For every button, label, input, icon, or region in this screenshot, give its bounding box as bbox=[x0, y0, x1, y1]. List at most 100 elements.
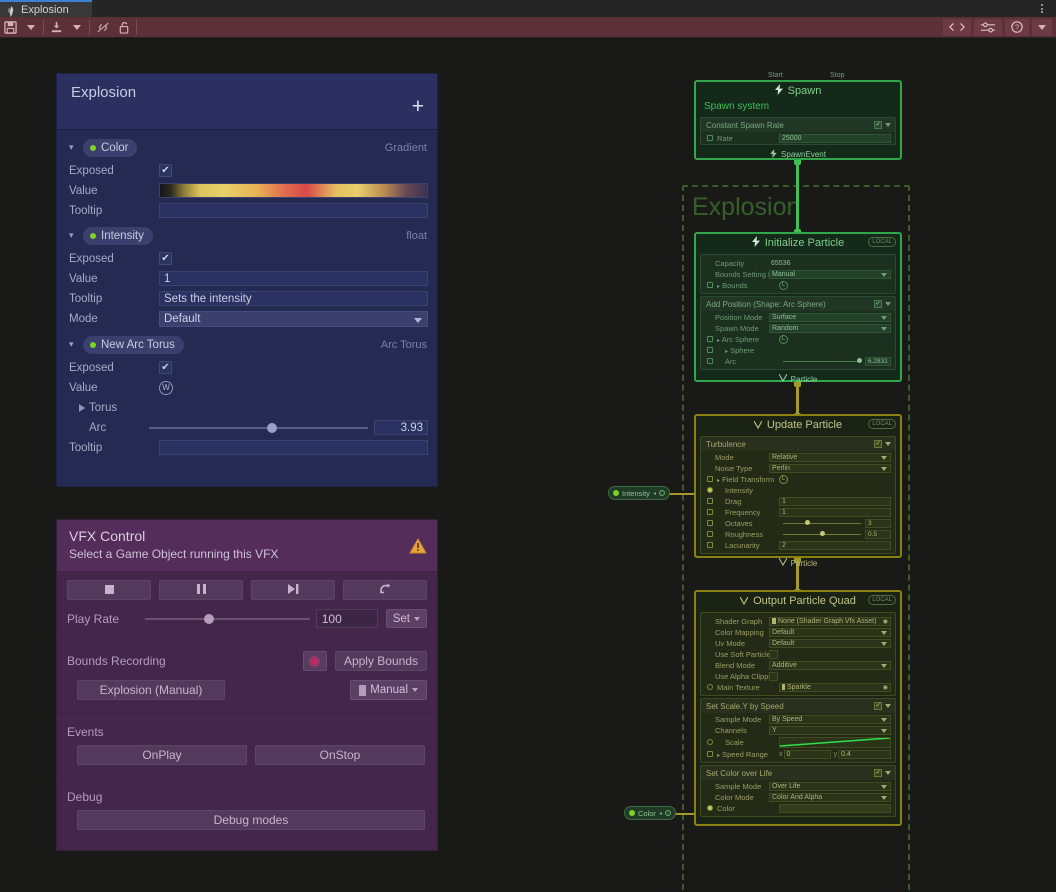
block-enabled-checkbox[interactable]: ✓ bbox=[874, 440, 882, 448]
broken-link-icon[interactable] bbox=[92, 18, 114, 37]
object-picker-icon[interactable]: ◉ bbox=[883, 618, 888, 625]
arc-slider[interactable]: 3.93 bbox=[149, 420, 428, 435]
input-port[interactable] bbox=[707, 751, 713, 757]
input-port[interactable] bbox=[707, 739, 713, 745]
block-initialize-settings[interactable]: Capacity 65536 Bounds Setting Mode Manua… bbox=[700, 254, 896, 294]
bounds-mode-dropdown[interactable]: Manual bbox=[350, 680, 427, 700]
angle-brackets-icon[interactable] bbox=[943, 19, 971, 36]
compile-icon[interactable] bbox=[46, 18, 67, 37]
stop-button[interactable] bbox=[67, 580, 151, 600]
node-footer-particle[interactable]: Particle bbox=[696, 556, 900, 570]
frequency-input[interactable]: 1 bbox=[779, 508, 891, 517]
chevron-down-icon[interactable] bbox=[885, 442, 891, 446]
block-output-settings[interactable]: Shader Graph None (Shader Graph Vfx Asse… bbox=[700, 612, 896, 696]
space-world-badge[interactable]: W bbox=[159, 381, 173, 395]
chevron-left-icon[interactable]: ◂ bbox=[653, 490, 656, 497]
tooltip-input[interactable] bbox=[159, 440, 428, 455]
node-update-particle[interactable]: Update Particle LOCAL Turbulence ✓ Mode … bbox=[694, 414, 902, 558]
space-toggle-local[interactable]: L bbox=[779, 335, 788, 344]
node-header[interactable]: Output Particle Quad LOCAL bbox=[696, 592, 900, 610]
block-enabled-checkbox[interactable]: ✓ bbox=[874, 121, 882, 129]
block-header[interactable]: Add Position (Shape: Arc Sphere) ✓ bbox=[701, 297, 895, 311]
arc-slider-knob[interactable] bbox=[267, 423, 277, 433]
pause-button[interactable] bbox=[159, 580, 243, 600]
sample-mode-dropdown[interactable]: By Speed bbox=[769, 715, 891, 724]
input-port[interactable] bbox=[707, 542, 713, 548]
play-rate-track[interactable] bbox=[145, 618, 310, 620]
chevron-down-icon[interactable] bbox=[885, 123, 891, 127]
input-port-connected[interactable] bbox=[707, 805, 713, 811]
compile-dropdown-button[interactable] bbox=[67, 18, 87, 37]
spawn-mode-dropdown[interactable]: Random bbox=[769, 324, 891, 333]
space-badge[interactable]: LOCAL bbox=[868, 595, 896, 605]
play-rate-slider[interactable] bbox=[145, 618, 310, 620]
input-port[interactable] bbox=[707, 509, 713, 515]
sliders-icon[interactable] bbox=[974, 19, 1002, 36]
uv-mode-dropdown[interactable]: Default bbox=[769, 639, 891, 648]
exposed-checkbox[interactable]: ✔ bbox=[159, 164, 172, 177]
mode-dropdown[interactable]: Relative bbox=[769, 453, 891, 462]
output-port[interactable] bbox=[659, 490, 665, 496]
debug-modes-button[interactable]: Debug modes bbox=[77, 810, 425, 830]
save-icon[interactable] bbox=[0, 18, 21, 37]
speed-range-x-input[interactable]: 0 bbox=[784, 750, 831, 759]
gradient-value-field[interactable] bbox=[159, 183, 428, 198]
use-soft-particle-checkbox[interactable] bbox=[769, 650, 778, 659]
graph-canvas[interactable]: Explosion Start Stop Intensity ◂ Color ◂ bbox=[600, 60, 940, 860]
main-texture-object-field[interactable]: Sparkle ◉ bbox=[779, 683, 891, 692]
position-mode-dropdown[interactable]: Surface bbox=[769, 313, 891, 322]
block-enabled-checkbox[interactable]: ✓ bbox=[874, 300, 882, 308]
rate-input[interactable]: 25000 bbox=[779, 134, 891, 143]
parameter-node-intensity[interactable]: Intensity ◂ bbox=[608, 486, 670, 500]
space-badge[interactable]: LOCAL bbox=[868, 237, 896, 247]
output-port[interactable] bbox=[665, 810, 671, 816]
arc-slider-track[interactable] bbox=[149, 427, 368, 429]
bounds-name-field[interactable]: Explosion (Manual) bbox=[77, 680, 225, 700]
mode-dropdown[interactable]: Default bbox=[159, 311, 428, 327]
color-mapping-dropdown[interactable]: Default bbox=[769, 628, 891, 637]
input-port[interactable] bbox=[707, 476, 713, 482]
noise-type-dropdown[interactable]: Perlin bbox=[769, 464, 891, 473]
chevron-down-icon[interactable]: ▾ bbox=[69, 339, 83, 350]
input-port[interactable] bbox=[707, 520, 713, 526]
space-badge[interactable]: LOCAL bbox=[868, 419, 896, 429]
exposed-checkbox[interactable]: ✔ bbox=[159, 252, 172, 265]
bounds-setting-mode-dropdown[interactable]: Manual bbox=[769, 270, 891, 279]
play-rate-input[interactable]: 100 bbox=[316, 609, 378, 628]
chevron-down-icon[interactable]: ▾ bbox=[69, 142, 83, 153]
block-set-color-over-life[interactable]: Set Color over Life ✓ Sample Mode Over L… bbox=[700, 765, 896, 817]
node-header[interactable]: Spawn bbox=[696, 82, 900, 100]
capacity-input[interactable]: 65536 bbox=[769, 259, 891, 268]
arc-value-input[interactable]: 3.93 bbox=[374, 420, 428, 435]
octaves-value[interactable]: 3 bbox=[865, 519, 891, 528]
apply-bounds-button[interactable]: Apply Bounds bbox=[335, 651, 427, 671]
use-alpha-clipping-checkbox[interactable] bbox=[769, 672, 778, 681]
input-port[interactable] bbox=[707, 347, 713, 353]
roughness-slider[interactable] bbox=[783, 534, 861, 535]
record-bounds-button[interactable] bbox=[303, 651, 327, 671]
tooltip-input[interactable]: Sets the intensity bbox=[159, 291, 428, 306]
chevron-down-icon[interactable] bbox=[885, 771, 891, 775]
roughness-slider-knob[interactable] bbox=[820, 531, 825, 536]
parameter-header-new-arc-torus[interactable]: ▾ New Arc Torus Arc Torus bbox=[57, 333, 437, 357]
node-header[interactable]: Update Particle LOCAL bbox=[696, 416, 900, 434]
space-toggle-local[interactable]: L bbox=[779, 281, 788, 290]
restart-button[interactable] bbox=[343, 580, 427, 600]
value-input[interactable]: 1 bbox=[159, 271, 428, 286]
block-turbulence[interactable]: Turbulence ✓ Mode Relative Noise Type Pe… bbox=[700, 436, 896, 554]
parameter-node-color[interactable]: Color ◂ bbox=[624, 806, 676, 820]
parameter-pill-color[interactable]: Color bbox=[83, 139, 137, 157]
arc-slider-knob[interactable] bbox=[857, 358, 862, 363]
chevron-down-icon[interactable] bbox=[885, 704, 891, 708]
parameter-header-color[interactable]: ▾ Color Gradient bbox=[57, 136, 437, 160]
block-header[interactable]: Constant Spawn Rate ✓ bbox=[701, 118, 895, 132]
unlock-icon[interactable] bbox=[114, 18, 134, 37]
block-header[interactable]: Set Color over Life ✓ bbox=[701, 766, 895, 780]
step-button[interactable] bbox=[251, 580, 335, 600]
blend-mode-dropdown[interactable]: Additive bbox=[769, 661, 891, 670]
node-initialize-particle[interactable]: Initialize Particle LOCAL Capacity 65536… bbox=[694, 232, 902, 382]
space-toggle-local[interactable]: L bbox=[779, 475, 788, 484]
block-add-position[interactable]: Add Position (Shape: Arc Sphere) ✓ Posit… bbox=[700, 296, 896, 370]
parameter-pill-new-arc-torus[interactable]: New Arc Torus bbox=[83, 336, 184, 354]
roughness-value[interactable]: 0.5 bbox=[865, 530, 891, 539]
